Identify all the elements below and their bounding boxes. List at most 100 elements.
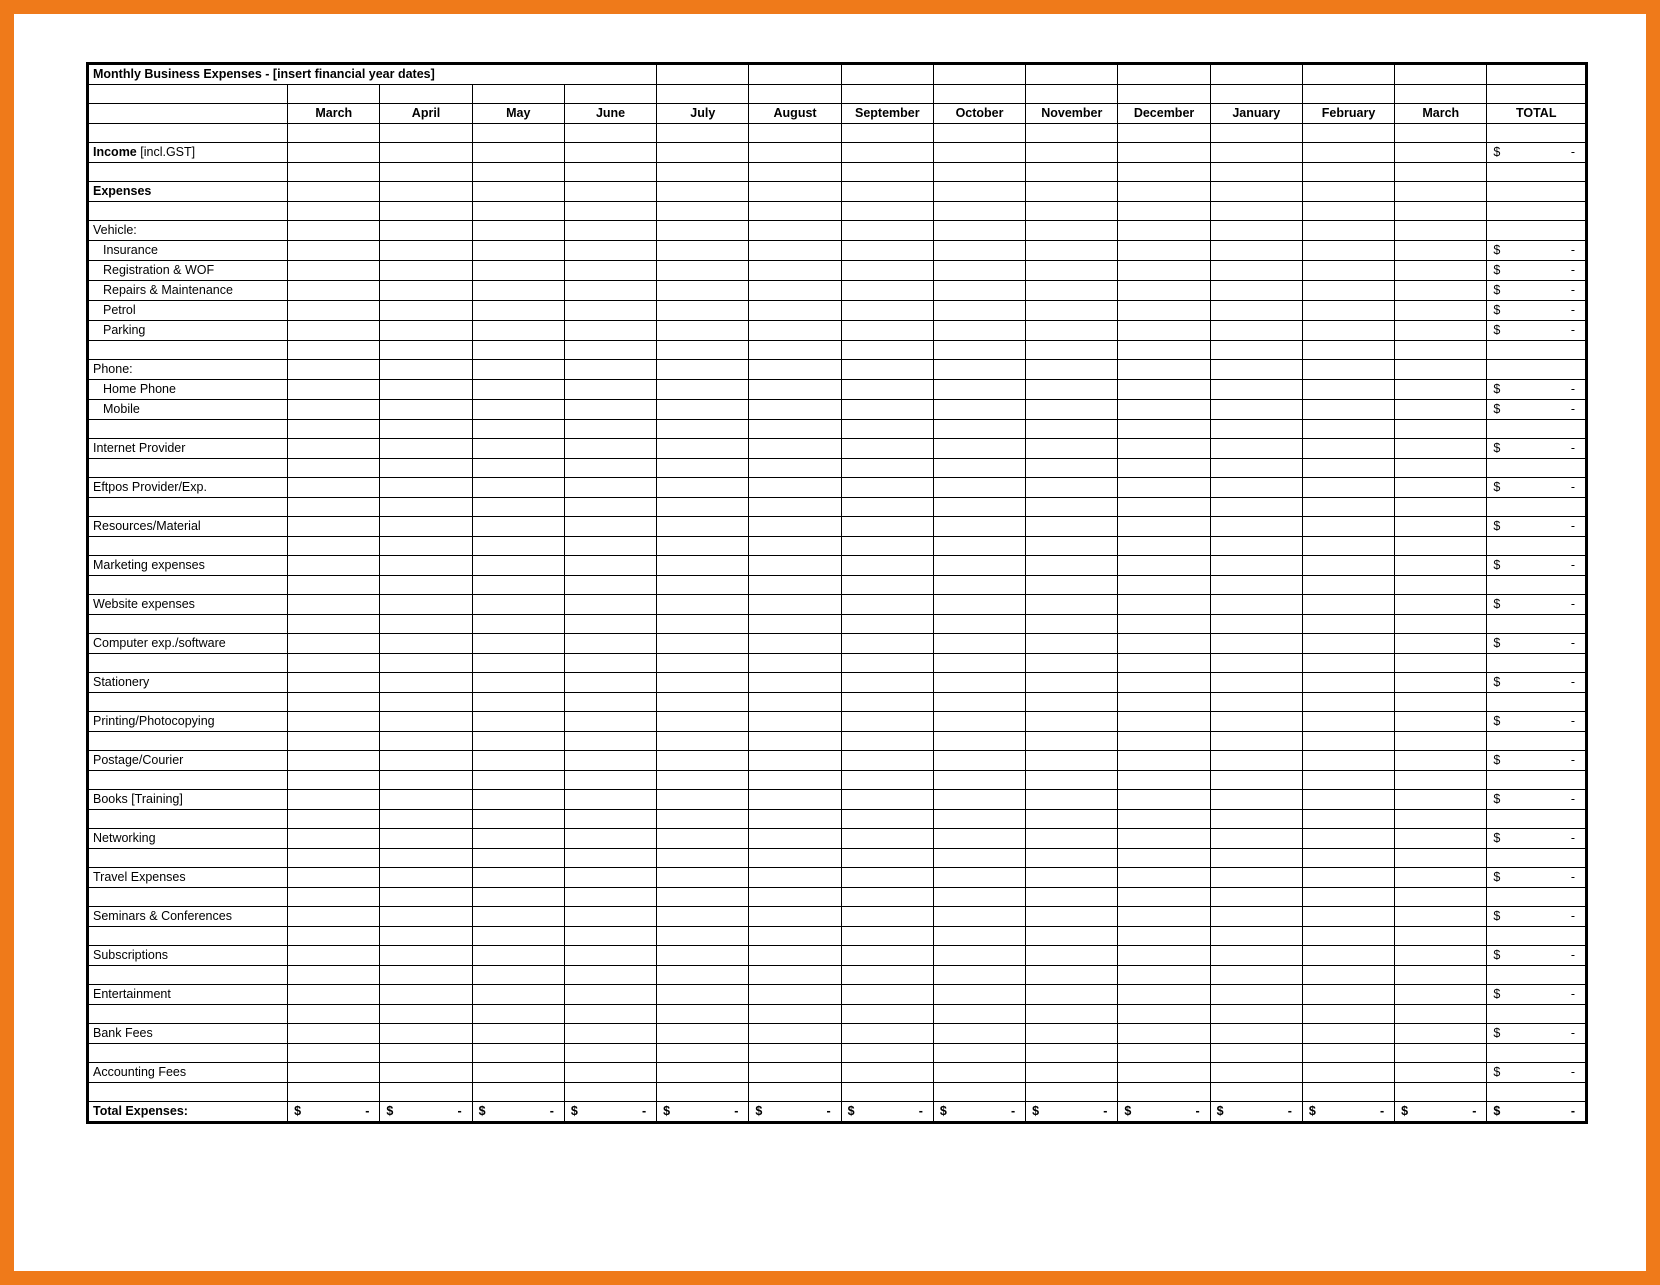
cell[interactable] [1118,576,1210,595]
cell[interactable] [749,985,841,1005]
cell[interactable] [1118,595,1210,615]
cell[interactable] [1118,439,1210,459]
cell[interactable] [380,478,472,498]
income-cell[interactable] [1210,143,1302,163]
cell[interactable] [1487,221,1586,241]
cell[interactable] [749,849,841,868]
cell[interactable] [749,537,841,556]
cell[interactable] [841,1024,933,1044]
cell[interactable] [288,85,380,104]
month-total[interactable]: $- [1302,1102,1394,1122]
cell[interactable] [1026,673,1118,693]
cell[interactable] [657,85,749,104]
cell[interactable] [749,634,841,654]
total-cell[interactable]: $- [1487,241,1586,261]
cell[interactable] [564,261,656,281]
cell[interactable] [564,498,656,517]
cell[interactable] [933,65,1025,85]
cell[interactable] [933,595,1025,615]
cell[interactable] [472,634,564,654]
cell[interactable] [657,1063,749,1083]
cell[interactable] [288,182,380,202]
cell[interactable] [1395,261,1487,281]
cell[interactable] [749,517,841,537]
cell[interactable] [933,124,1025,143]
cell[interactable] [933,459,1025,478]
cell[interactable] [1210,868,1302,888]
cell[interactable] [841,751,933,771]
cell[interactable] [288,1063,380,1083]
cell[interactable] [564,771,656,790]
cell[interactable] [841,281,933,301]
cell[interactable] [472,693,564,712]
cell[interactable] [749,829,841,849]
cell[interactable] [841,439,933,459]
cell[interactable] [1026,966,1118,985]
cell[interactable] [749,281,841,301]
cell[interactable] [288,907,380,927]
cell[interactable] [1026,400,1118,420]
cell[interactable] [288,163,380,182]
cell[interactable] [380,380,472,400]
cell[interactable] [380,241,472,261]
cell[interactable] [749,360,841,380]
cell[interactable] [1487,202,1586,221]
cell[interactable] [1026,261,1118,281]
cell[interactable] [657,556,749,576]
cell[interactable] [657,712,749,732]
cell[interactable] [1118,202,1210,221]
cell[interactable] [1210,163,1302,182]
cell[interactable] [1026,1044,1118,1063]
cell[interactable] [749,1063,841,1083]
cell[interactable] [933,537,1025,556]
cell[interactable] [657,321,749,341]
cell[interactable] [1118,790,1210,810]
cell[interactable] [1118,1083,1210,1102]
cell[interactable] [1026,907,1118,927]
cell[interactable] [1395,966,1487,985]
cell[interactable] [841,1005,933,1024]
cell[interactable] [749,1044,841,1063]
cell[interactable] [749,595,841,615]
cell[interactable] [472,439,564,459]
cell[interactable] [1118,517,1210,537]
cell[interactable] [1118,966,1210,985]
cell[interactable] [1395,576,1487,595]
cell[interactable] [1210,654,1302,673]
total-cell[interactable]: $- [1487,907,1586,927]
cell[interactable] [1395,634,1487,654]
cell[interactable] [1487,65,1586,85]
cell[interactable] [472,946,564,966]
cell[interactable] [1395,751,1487,771]
cell[interactable] [1395,790,1487,810]
cell[interactable] [89,1005,288,1024]
cell[interactable] [1026,946,1118,966]
cell[interactable] [564,907,656,927]
cell[interactable] [1302,946,1394,966]
cell[interactable] [657,517,749,537]
cell[interactable] [1395,615,1487,634]
cell[interactable] [472,1083,564,1102]
cell[interactable] [472,1063,564,1083]
cell[interactable] [1210,732,1302,751]
cell[interactable] [933,478,1025,498]
cell[interactable] [380,221,472,241]
cell[interactable] [564,985,656,1005]
cell[interactable] [1395,124,1487,143]
cell[interactable] [1118,634,1210,654]
cell[interactable] [564,634,656,654]
cell[interactable] [380,1044,472,1063]
cell[interactable] [1302,576,1394,595]
cell[interactable] [1210,946,1302,966]
cell[interactable] [564,673,656,693]
cell[interactable] [1118,771,1210,790]
cell[interactable] [657,1005,749,1024]
cell[interactable] [1395,693,1487,712]
cell[interactable] [1026,1005,1118,1024]
cell[interactable] [472,202,564,221]
cell[interactable] [1118,85,1210,104]
cell[interactable] [380,595,472,615]
cell[interactable] [89,615,288,634]
cell[interactable] [1302,420,1394,439]
cell[interactable] [1395,341,1487,360]
